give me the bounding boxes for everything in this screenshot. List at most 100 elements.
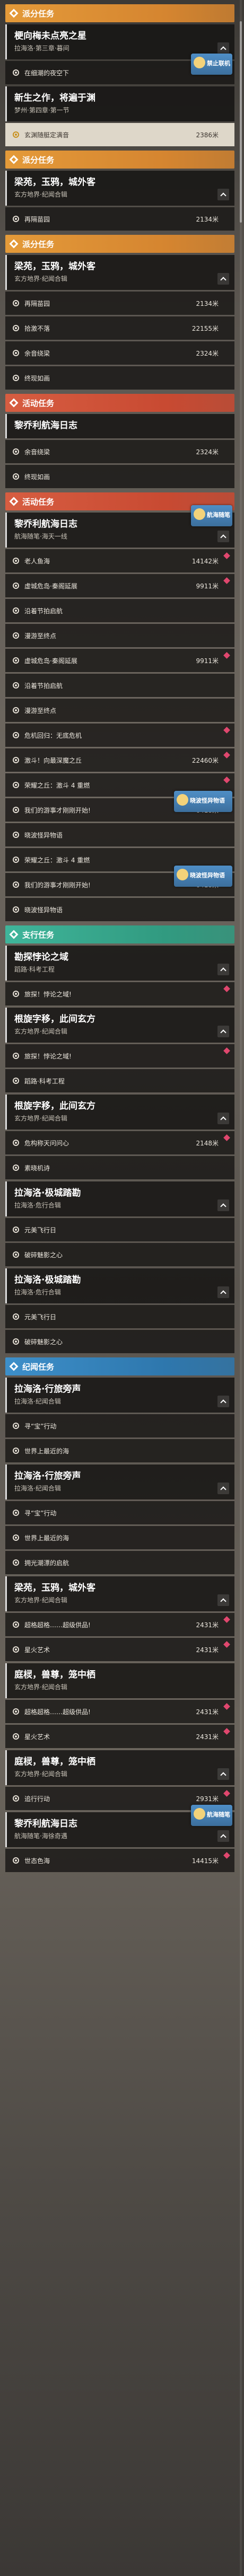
objective-row[interactable]: 破碎魅影之心 [5, 1243, 234, 1266]
objective-row[interactable]: 晓波怪异物语 [5, 898, 234, 921]
objective-row[interactable]: 超格超格……超级供品! 2431米 [5, 1700, 234, 1723]
objective-row[interactable]: 激斗！向最深魔之丘 22460米 [5, 748, 234, 772]
objective-row[interactable]: 玄渊随艇定满音 2386米 [5, 123, 234, 146]
event-badge[interactable]: 禁止联机 [191, 54, 232, 75]
quest-category-label: 活动任务 [22, 398, 55, 408]
objective-distance: 2431米 [196, 1621, 219, 1629]
event-badge[interactable]: 航海随笔 [191, 1805, 232, 1826]
objective-text: 沿着节拍启航 [24, 607, 63, 615]
objective-row[interactable]: 再隔苗园 2134米 [5, 292, 234, 315]
objective-text: 晓波怪异物语 [24, 831, 63, 839]
objective-row[interactable]: 余音绕梁 2324米 [5, 440, 234, 463]
objective-row[interactable]: 拾激不落 22155米 [5, 316, 234, 340]
quest-card[interactable]: 拉海洛·行旅旁声 拉海洛·纪闻合辑 [5, 1465, 234, 1499]
objective-target-icon [13, 1053, 19, 1059]
objective-row[interactable]: 拥光潮漂的启航 [5, 1551, 234, 1574]
quest-category-header[interactable]: 纪闻任务 [5, 1357, 234, 1375]
objective-target-icon [13, 583, 19, 589]
collapse-chevron-icon[interactable] [217, 1483, 229, 1494]
objective-row[interactable]: 我们的游事才刚刚开始!6418米晓波怪异物语 [5, 791, 234, 822]
objective-row[interactable]: 元美飞行日 [5, 1305, 234, 1328]
quest-card[interactable]: 拉海洛·极城踏勘 拉海洛·危行合辑 [5, 1268, 234, 1303]
objective-row[interactable]: 星火艺术 2431米 [5, 1725, 234, 1748]
event-badge[interactable]: 航海随笔 [191, 505, 232, 526]
objective-row[interactable]: 世态色海 14415米 [5, 1849, 234, 1872]
objective-row[interactable]: 星火艺术 2431米 [5, 1638, 234, 1661]
collapse-chevron-icon[interactable] [217, 531, 229, 542]
objective-row[interactable]: 在细潮的夜空下 禁止联机 [5, 54, 234, 84]
objective-row[interactable]: 虚城危岛·秦阁延展 9911米 [5, 649, 234, 672]
quest-category-header[interactable]: 活动任务 [5, 394, 234, 412]
quest-card[interactable]: 庭棂，兽尊，笼中栖 玄方地界·纪闻合辑 [5, 1663, 234, 1698]
quest-card[interactable]: 梁苑，玉鸦，城外客 玄方地界·纪闻合辑 [5, 1576, 234, 1611]
event-badge[interactable]: 晓波怪异物语 [174, 791, 232, 812]
quest-card[interactable]: 梁苑，玉鸦，城外客 玄方地界·纪闻合辑 [5, 171, 234, 206]
objective-row[interactable]: 超格超格……超级供品! 2431米 [5, 1613, 234, 1636]
objective-row[interactable]: 晓波怪异物语 [5, 823, 234, 846]
scrollbar-thumb[interactable] [240, 21, 242, 223]
objective-row[interactable]: 寻“宝”行动 [5, 1501, 234, 1524]
collapse-chevron-icon[interactable] [217, 189, 229, 200]
objective-row[interactable]: 漫游至终点 [5, 624, 234, 647]
event-badge-label: 航海随笔 [207, 1811, 230, 1818]
objective-text: 世界上最近的海 [24, 1447, 69, 1455]
quest-card[interactable]: 梁苑，玉鸦，城外客 玄方地界·纪闻合辑 [5, 255, 234, 290]
objective-row[interactable]: 世界上最近的海 [5, 1439, 234, 1462]
objective-row[interactable]: 老人鱼海 14142米 [5, 549, 234, 572]
objective-row[interactable]: 危构称天问问心 2148米 [5, 1131, 234, 1154]
objective-distance: 22460米 [191, 756, 219, 764]
objective-row[interactable]: 旅探！悖论之域! [5, 1044, 234, 1068]
quest-card[interactable]: 勘探悖论之域 蹈路·科考工程 [5, 946, 234, 981]
collapse-chevron-icon[interactable] [217, 1286, 229, 1298]
quest-card[interactable]: 新生之作，将遍于渊 梦州·第四章·第一节 [5, 86, 234, 121]
quest-card[interactable]: 拉海洛·极城踏勘 拉海洛·危行合辑 [5, 1181, 234, 1216]
quest-card[interactable]: 黎乔利航海日志 [5, 414, 234, 438]
quest-card[interactable]: 黎乔利航海日志 航海随笔·海天一线 航海随笔 [5, 505, 234, 548]
objective-row[interactable]: 终现如画 [5, 366, 234, 390]
event-badge[interactable]: 晓波怪异物语 [174, 866, 232, 887]
objective-row[interactable]: 破碎魅影之心 [5, 1330, 234, 1353]
quest-category-header[interactable]: 支行任务 [5, 925, 234, 943]
objective-target-icon [13, 1733, 19, 1740]
objective-row[interactable]: 终现如画 [5, 465, 234, 488]
objective-row[interactable]: 旅探！悖论之域! [5, 982, 234, 1005]
objective-row[interactable]: 虚城危岛·秦阁延展 9911米 [5, 574, 234, 597]
quest-category-header[interactable]: 派分任务 [5, 151, 234, 169]
collapse-chevron-icon[interactable] [217, 1113, 229, 1124]
objective-row[interactable]: 沿着节拍启航 [5, 674, 234, 697]
quest-subtitle: 玄方地界·纪闻合辑 [14, 1115, 67, 1122]
objective-row[interactable]: 我们的游事才刚刚开始!6418米晓波怪异物语 [5, 866, 234, 896]
collapse-chevron-icon[interactable] [217, 1026, 229, 1037]
objective-row[interactable]: 再隔苗园 2134米 [5, 207, 234, 231]
objective-row[interactable]: 元美飞行日 [5, 1218, 234, 1241]
objective-distance: 14415米 [191, 1857, 219, 1865]
scrollbar-track[interactable] [240, 0, 242, 2576]
collapse-chevron-icon[interactable] [217, 1768, 229, 1780]
objective-row[interactable]: 漫游至终点 [5, 699, 234, 722]
objective-row[interactable]: 余音绕梁 2324米 [5, 341, 234, 365]
quest-category-header[interactable]: 派分任务 [5, 235, 234, 253]
quest-card[interactable]: 黎乔利航海日志 航海随笔·海徐奇遇 航海随笔 [5, 1805, 234, 1847]
collapse-chevron-icon[interactable] [217, 1199, 229, 1211]
collapse-chevron-icon[interactable] [217, 1830, 229, 1842]
quest-category-label: 派分任务 [22, 8, 55, 19]
objective-row[interactable]: 寻“宝”行动 [5, 1414, 234, 1437]
objective-row[interactable]: 蹈路·科考工程 [5, 1069, 234, 1092]
quest-card[interactable]: 根旋字移，此间玄方 玄方地界·纪闻合辑 [5, 1095, 234, 1130]
objective-row[interactable]: 世界上最近的海 [5, 1526, 234, 1549]
objective-target-icon [13, 682, 19, 689]
collapse-chevron-icon[interactable] [217, 1594, 229, 1606]
objective-row[interactable]: 沿着节拍启航 [5, 599, 234, 622]
objective-row[interactable]: 危机回归：无底危机 [5, 724, 234, 747]
objective-row[interactable]: 素晓机诗 [5, 1156, 234, 1179]
objective-target-icon [13, 1338, 19, 1345]
collapse-chevron-icon[interactable] [217, 1396, 229, 1407]
quest-card[interactable]: 拉海洛·行旅旁声 拉海洛·纪闻合辑 [5, 1378, 234, 1413]
collapse-chevron-icon[interactable] [217, 273, 229, 285]
collapse-chevron-icon[interactable] [217, 42, 229, 54]
collapse-chevron-icon[interactable] [217, 964, 229, 975]
quest-category-header[interactable]: 派分任务 [5, 4, 234, 22]
objective-text: 蹈路·科考工程 [24, 1077, 65, 1085]
quest-card[interactable]: 庭棂，兽尊，笼中栖 玄方地界·纪闻合辑 [5, 1750, 234, 1785]
quest-card[interactable]: 根旋字移，此间玄方 玄方地界·纪闻合辑 [5, 1008, 234, 1043]
